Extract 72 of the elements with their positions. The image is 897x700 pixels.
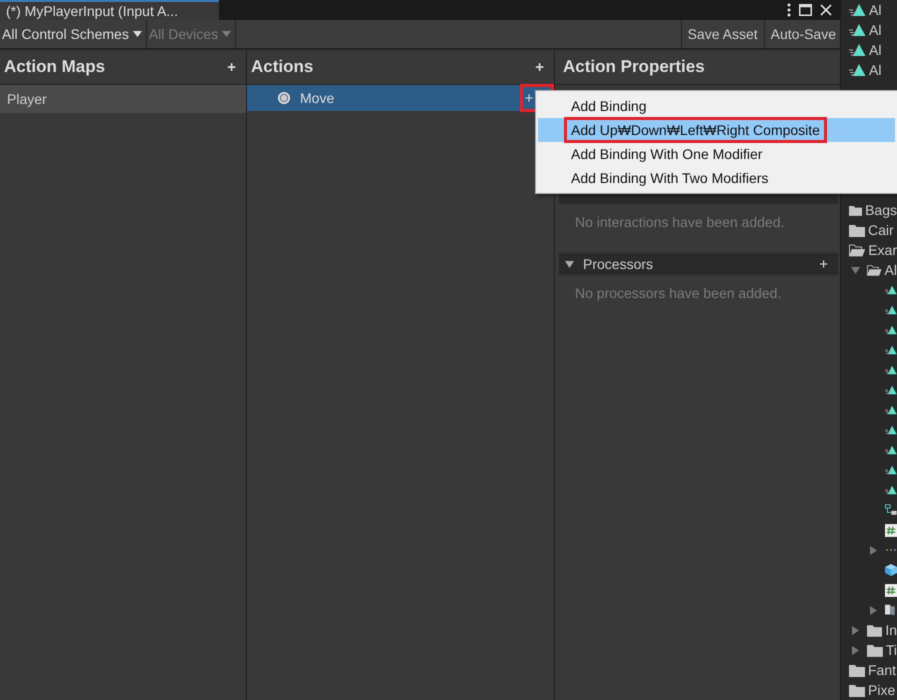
asset-name[interactable]: Cair <box>868 222 894 238</box>
caret-icon <box>132 31 142 37</box>
animation-icon <box>885 483 897 497</box>
action-label: Move <box>300 90 336 106</box>
asset-name[interactable]: Al <box>869 22 882 38</box>
animation-icon <box>849 43 866 57</box>
script-icon <box>885 582 897 598</box>
open-folder-icon <box>867 264 882 276</box>
asset-name[interactable]: Al <box>869 42 882 58</box>
add-button[interactable]: + <box>535 58 544 76</box>
animation-icon <box>849 23 866 37</box>
animation-icon <box>885 463 897 477</box>
tree-arrow-icon[interactable] <box>869 546 878 554</box>
action-map-item[interactable]: Player <box>0 85 246 113</box>
folder-icon <box>867 624 882 636</box>
state-machine-icon <box>885 503 897 517</box>
cube-icon <box>885 562 897 578</box>
animation-icon <box>885 443 897 457</box>
animation-icon <box>885 343 897 357</box>
animation-icon <box>849 3 866 17</box>
add-button[interactable]: + <box>227 58 236 76</box>
close-icon[interactable] <box>820 4 832 16</box>
add-button[interactable]: + <box>819 256 828 272</box>
folder-icon <box>849 204 862 216</box>
asset-name[interactable]: Pixe <box>868 682 896 698</box>
maximize-icon[interactable] <box>799 4 812 16</box>
panel-title: Actions <box>251 57 314 77</box>
script-icon <box>885 522 897 538</box>
section-header[interactable]: Processors + <box>559 253 838 275</box>
asset-name[interactable]: Exar <box>868 242 897 258</box>
control-schemes-dropdown[interactable]: All Control Schemes <box>0 20 147 48</box>
image-icon <box>885 602 897 618</box>
animation-icon <box>885 303 897 317</box>
triangle-icon <box>565 260 574 268</box>
open-folder-icon <box>849 244 866 256</box>
menu-item[interactable]: Add Binding With Two Modifiers <box>538 166 895 190</box>
asset-name[interactable]: Bags <box>865 202 897 218</box>
tree-arrow-icon[interactable] <box>869 606 878 614</box>
action-row[interactable]: Move + <box>247 85 554 111</box>
dots-icon <box>885 548 897 552</box>
caret-icon <box>222 31 232 37</box>
tree-arrow-icon[interactable] <box>851 626 860 634</box>
animation-icon <box>885 423 897 437</box>
more-icon[interactable] <box>787 3 791 17</box>
empty-message: No interactions have been added. <box>574 213 786 232</box>
add-binding-button[interactable]: + <box>522 90 536 106</box>
asset-name[interactable]: Fant <box>868 662 896 678</box>
animation-icon <box>885 323 897 337</box>
panel-title: Action Properties <box>563 57 705 77</box>
animation-icon <box>885 403 897 417</box>
asset-name[interactable]: In <box>885 622 897 638</box>
folder-icon <box>849 224 865 236</box>
animation-icon <box>885 283 897 297</box>
folder-icon <box>849 684 865 696</box>
tree-arrow-icon[interactable] <box>851 266 860 274</box>
panel-title: Action Maps <box>4 57 106 77</box>
folder-icon <box>867 644 883 656</box>
section-title: Processors <box>583 256 654 272</box>
asset-name[interactable]: Ti <box>886 642 897 658</box>
animation-icon <box>885 383 897 397</box>
empty-message: No processors have been added. <box>574 284 782 303</box>
tree-arrow-icon[interactable] <box>851 646 860 654</box>
radio-icon <box>277 91 291 105</box>
asset-name[interactable]: Al <box>869 2 882 18</box>
folder-icon <box>849 664 865 676</box>
asset-name[interactable]: Al <box>869 62 882 78</box>
menu-item[interactable]: Add Binding With One Modifier <box>538 142 895 166</box>
menu-item[interactable]: Add Up₩Down₩Left₩Right Composite <box>538 118 895 142</box>
animation-icon <box>885 363 897 377</box>
animation-icon <box>849 63 866 77</box>
window-tab[interactable]: (*) MyPlayerInput (Input A... <box>0 0 219 20</box>
asset-name[interactable]: Al <box>884 262 897 278</box>
